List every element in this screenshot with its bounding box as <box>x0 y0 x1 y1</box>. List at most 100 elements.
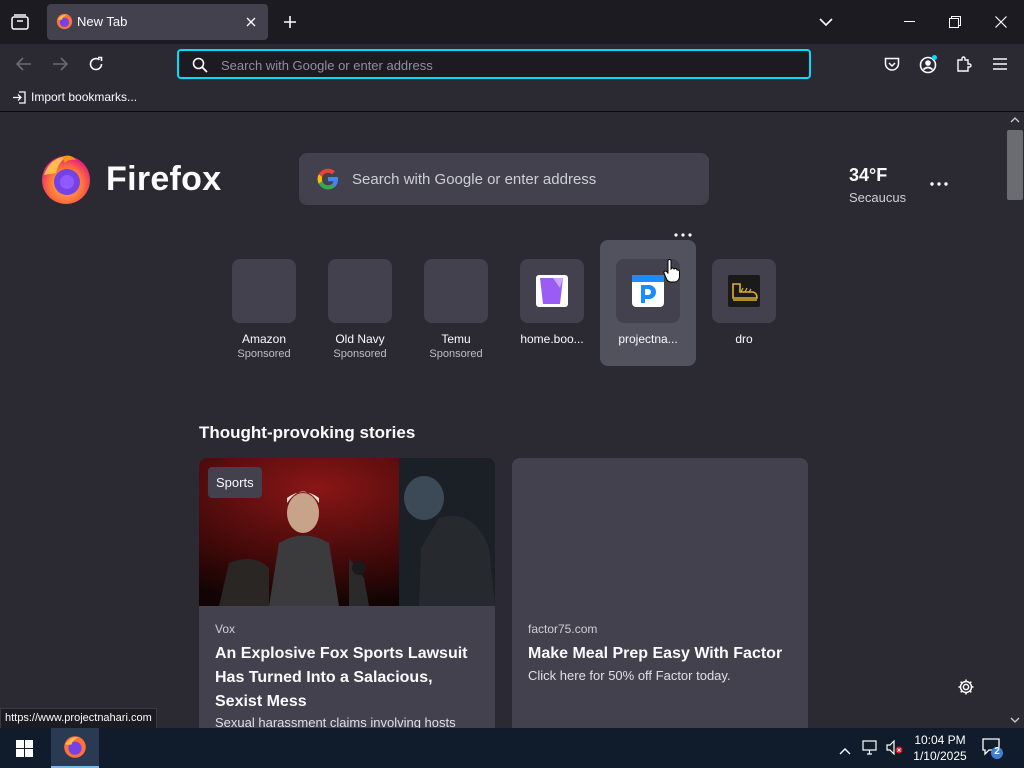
shortcut-tile[interactable]: Temu Sponsored <box>408 259 504 369</box>
pocket-button[interactable] <box>880 52 904 76</box>
clock-date: 1/10/2025 <box>913 749 967 763</box>
tab-new-tab[interactable]: New Tab <box>47 4 268 40</box>
shortcut-icon-box <box>232 259 296 323</box>
new-tab-button[interactable] <box>278 10 302 34</box>
import-bookmarks-label: Import bookmarks... <box>31 90 138 104</box>
weather-menu-button[interactable] <box>930 173 948 191</box>
shortcut-label: dro <box>735 332 753 346</box>
sponsored-label: Sponsored <box>333 348 387 360</box>
shortcut-icon-box <box>712 259 776 323</box>
newtab-search-placeholder: Search with Google or enter address <box>352 171 597 188</box>
story-headline: Make Meal Prep Easy With Factor <box>528 645 783 662</box>
search-icon <box>192 57 208 73</box>
newtab-search-box[interactable]: Search with Google or enter address <box>299 153 709 205</box>
story-publisher: factor75.com <box>528 622 598 636</box>
firefox-brand: Firefox <box>40 153 221 205</box>
google-icon <box>317 168 338 190</box>
tab-strip: New Tab <box>0 0 1024 44</box>
back-arrow-icon <box>16 57 31 71</box>
story-category-badge: Sports <box>208 467 262 498</box>
windows-logo-icon <box>15 739 33 757</box>
import-icon <box>13 90 26 104</box>
shortcut-tile[interactable]: Amazon Sponsored <box>216 259 312 369</box>
import-bookmarks-button[interactable]: Import bookmarks... <box>12 90 137 104</box>
list-all-tabs-button[interactable] <box>814 10 838 34</box>
firefox-view-icon <box>11 14 29 30</box>
stories-heading: Thought-provoking stories <box>199 423 416 442</box>
story-headline: An Explosive Fox Sports Lawsuit Has Turn… <box>215 645 468 710</box>
shortcut-tile[interactable]: dro <box>696 259 792 369</box>
close-icon <box>246 17 256 27</box>
reload-button[interactable] <box>84 52 108 76</box>
story-card[interactable]: factor75.com Make Meal Prep Easy With Fa… <box>512 458 808 728</box>
navigation-toolbar <box>0 44 1024 84</box>
shortcut-icon-box <box>520 259 584 323</box>
volume-muted-icon <box>886 739 903 756</box>
network-tray-button[interactable] <box>862 740 879 760</box>
account-icon <box>919 55 937 74</box>
close-icon <box>995 16 1007 28</box>
shortcut-icon-box <box>328 259 392 323</box>
reload-icon <box>89 56 103 71</box>
story-excerpt: Click here for 50% off Factor today. <box>528 668 731 683</box>
customize-button[interactable] <box>957 678 975 701</box>
shortcut-tile[interactable]: Old Navy Sponsored <box>312 259 408 369</box>
puzzle-icon <box>957 56 972 72</box>
boot-icon <box>728 275 760 307</box>
page-scrollbar[interactable] <box>1006 113 1024 728</box>
gear-icon <box>958 679 974 695</box>
scroll-down-arrow-icon <box>1010 717 1020 723</box>
purple-note-icon <box>536 275 568 307</box>
projectnahari-favicon-icon <box>632 275 664 307</box>
forward-button[interactable] <box>48 52 72 76</box>
extensions-button[interactable] <box>952 52 976 76</box>
network-icon <box>862 740 877 755</box>
clock-time: 10:04 PM <box>914 733 966 747</box>
taskbar-clock[interactable]: 10:04 PM 1/10/2025 <box>905 732 975 764</box>
pocket-icon <box>884 57 900 71</box>
maximize-button[interactable] <box>940 8 970 36</box>
shortcut-label: Amazon <box>241 332 287 346</box>
shortcut-label: Old Navy <box>335 332 385 346</box>
firefox-view-button[interactable] <box>8 10 32 34</box>
start-button[interactable] <box>0 728 48 768</box>
firefox-logo-icon <box>42 155 90 204</box>
plus-icon <box>284 16 296 28</box>
scrollbar-thumb[interactable] <box>1007 130 1023 200</box>
firefox-tab-icon <box>56 13 73 30</box>
sponsored-label: Sponsored <box>429 348 483 360</box>
volume-tray-button[interactable] <box>886 739 904 760</box>
hamburger-menu-icon <box>993 58 1007 70</box>
taskbar-firefox-button[interactable] <box>51 728 99 768</box>
new-tab-page: Firefox Search with Google or enter addr… <box>0 113 1008 728</box>
shortcut-label: home.boo... <box>520 332 584 346</box>
app-menu-button[interactable] <box>988 52 1012 76</box>
address-bar[interactable] <box>177 49 811 79</box>
shortcut-label: projectna... <box>618 332 678 346</box>
account-button[interactable] <box>916 52 940 76</box>
weather-location: Secaucus <box>849 190 907 205</box>
more-icon <box>930 182 948 186</box>
address-input[interactable] <box>221 55 781 75</box>
minimize-button[interactable] <box>894 8 924 36</box>
restore-icon <box>949 16 961 28</box>
story-publisher: Vox <box>215 622 236 636</box>
shortcut-tile-hovered[interactable]: projectna... <box>600 259 696 369</box>
close-tab-button[interactable] <box>243 14 259 30</box>
shortcut-context-menu-button[interactable] <box>674 224 692 242</box>
shortcut-label: Temu <box>441 332 471 346</box>
close-window-button[interactable] <box>986 8 1016 36</box>
sponsored-label: Sponsored <box>237 348 291 360</box>
shortcut-tile[interactable]: home.boo... <box>504 259 600 369</box>
show-hidden-icons-button[interactable] <box>839 742 851 760</box>
weather-temperature: 34°F <box>849 165 888 185</box>
back-button[interactable] <box>12 52 36 76</box>
firefox-taskbar-icon <box>64 736 86 758</box>
more-icon <box>674 233 692 237</box>
minimize-icon <box>903 21 915 22</box>
weather-widget[interactable]: 34°F Secaucus <box>849 165 906 205</box>
story-image-placeholder <box>512 458 808 606</box>
tab-title: New Tab <box>77 14 128 29</box>
action-center-button[interactable]: 2 <box>981 736 1005 765</box>
story-card[interactable]: Sports Vox An Explosive Fox Sports Lawsu… <box>199 458 495 728</box>
